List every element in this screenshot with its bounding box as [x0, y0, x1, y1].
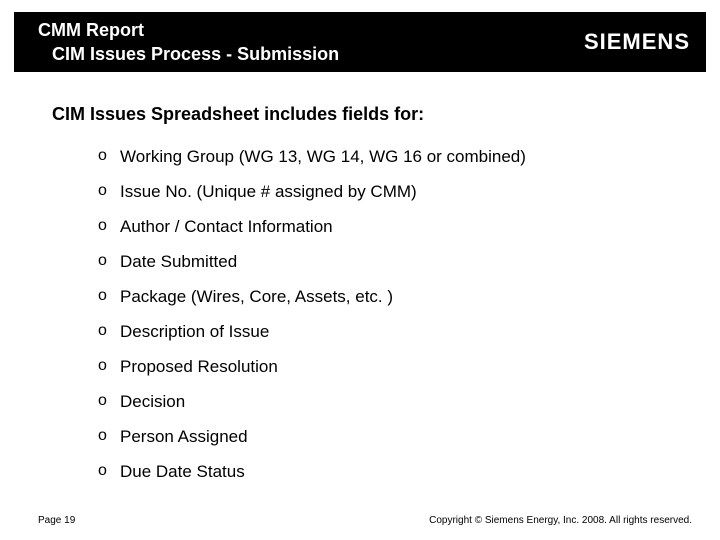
- title-sub: CIM Issues Process - Submission: [38, 42, 339, 66]
- list-item: Date Submitted: [98, 252, 680, 272]
- siemens-logo: SIEMENS: [584, 29, 690, 55]
- list-item: Working Group (WG 13, WG 14, WG 16 or co…: [98, 147, 680, 167]
- list-item: Person Assigned: [98, 427, 680, 447]
- list-item: Author / Contact Information: [98, 217, 680, 237]
- title-block: CMM Report CIM Issues Process - Submissi…: [38, 18, 339, 67]
- list-item: Package (Wires, Core, Assets, etc. ): [98, 287, 680, 307]
- list-item: Due Date Status: [98, 462, 680, 482]
- page-number: Page 19: [38, 515, 75, 526]
- copyright-text: Copyright © Siemens Energy, Inc. 2008. A…: [429, 515, 692, 526]
- list-item: Decision: [98, 392, 680, 412]
- intro-heading: CIM Issues Spreadsheet includes fields f…: [52, 104, 680, 125]
- title-bar: CMM Report CIM Issues Process - Submissi…: [14, 12, 706, 72]
- body-content: CIM Issues Spreadsheet includes fields f…: [52, 104, 680, 497]
- list-item: Description of Issue: [98, 322, 680, 342]
- list-item: Issue No. (Unique # assigned by CMM): [98, 182, 680, 202]
- list-item: Proposed Resolution: [98, 357, 680, 377]
- field-list: Working Group (WG 13, WG 14, WG 16 or co…: [52, 147, 680, 482]
- title-main: CMM Report: [38, 18, 339, 42]
- slide: CMM Report CIM Issues Process - Submissi…: [0, 0, 720, 540]
- footer: Page 19 Copyright © Siemens Energy, Inc.…: [0, 515, 720, 526]
